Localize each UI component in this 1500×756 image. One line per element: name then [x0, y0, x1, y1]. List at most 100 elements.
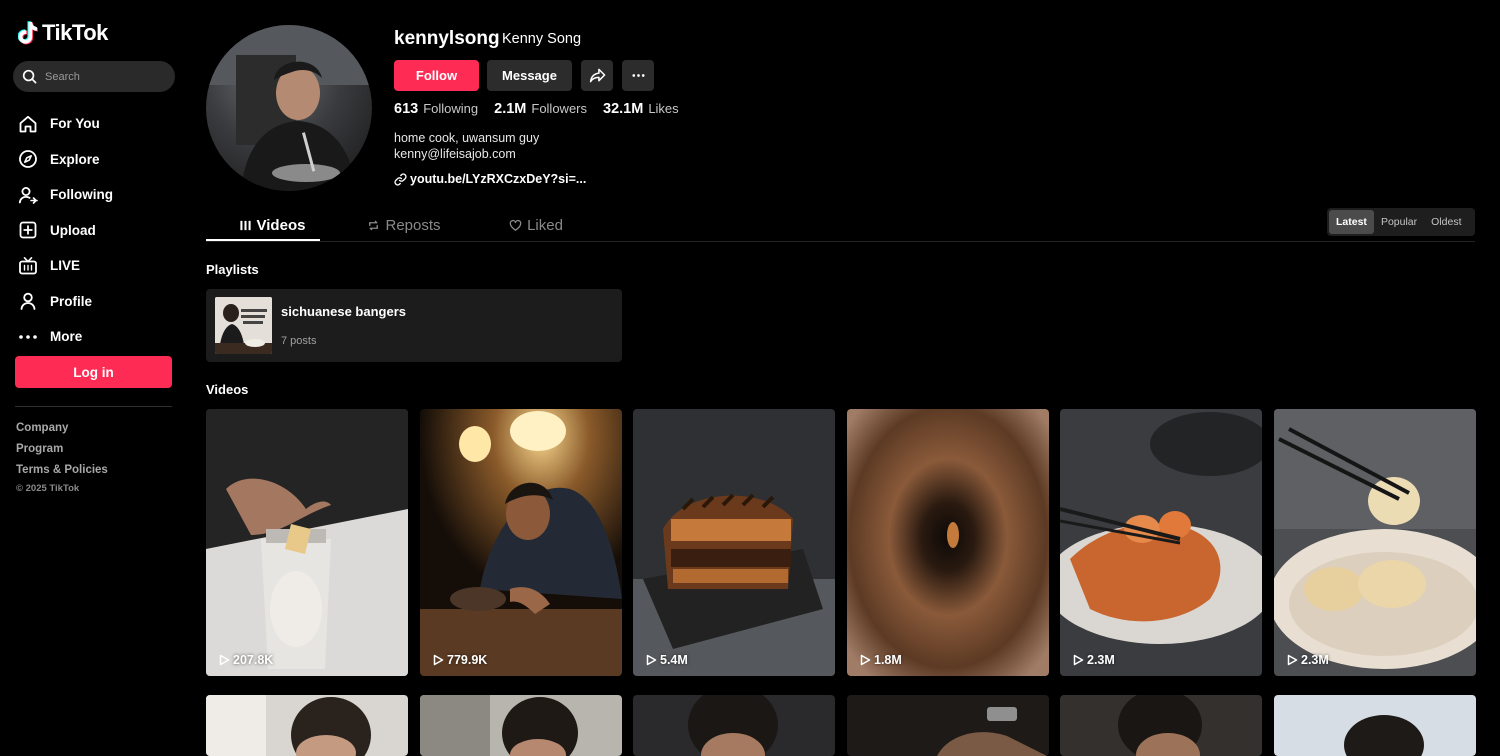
play-icon — [219, 654, 230, 666]
nav-item-live[interactable]: LIVE — [18, 248, 113, 284]
play-icon — [860, 654, 871, 666]
nav-item-explore[interactable]: Explore — [18, 142, 113, 178]
link-icon — [394, 172, 407, 186]
footer-link-terms[interactable]: Terms & Policies — [16, 462, 108, 483]
video-views: 779.9K — [447, 653, 488, 667]
video-card[interactable]: 5.4M — [633, 409, 835, 676]
playlist-name: sichuanese bangers — [281, 304, 406, 319]
likes-count: 32.1M — [603, 101, 644, 117]
message-button[interactable]: Message — [487, 60, 572, 91]
playlist-thumbnail-image-icon — [215, 297, 272, 354]
video-card[interactable] — [1274, 695, 1476, 756]
nav-item-label: Following — [50, 187, 113, 203]
more-dots-icon — [19, 334, 37, 339]
nav-item-more[interactable]: More — [18, 319, 113, 355]
live-icon — [19, 256, 37, 275]
nav-item-for-you[interactable]: For You — [18, 106, 113, 142]
avatar-image-icon — [206, 25, 372, 191]
search-input[interactable] — [45, 70, 165, 83]
grid-icon — [239, 220, 251, 230]
follow-button[interactable]: Follow — [394, 60, 479, 91]
tab-label: Liked — [527, 216, 563, 234]
share-icon — [589, 68, 605, 83]
tab-liked[interactable]: Liked — [470, 209, 602, 241]
play-icon — [1073, 654, 1084, 666]
sort-popular-button[interactable]: Popular — [1374, 210, 1424, 234]
tab-label: Videos — [256, 216, 306, 234]
followers-count: 2.1M — [494, 101, 527, 117]
heart-lock-icon — [509, 219, 522, 231]
video-view-count: 2.3M — [1072, 653, 1115, 667]
tiktok-logo[interactable]: TikTok — [18, 20, 108, 46]
nav-item-label: More — [50, 329, 83, 345]
tab-videos[interactable]: Videos — [206, 209, 338, 241]
video-thumbnail-image-icon — [420, 409, 622, 676]
footer-link-company[interactable]: Company — [16, 420, 108, 441]
video-views: 2.3M — [1301, 653, 1329, 667]
sort-latest-button[interactable]: Latest — [1329, 210, 1374, 234]
play-icon — [433, 654, 444, 666]
video-thumbnail-image-icon — [1274, 409, 1476, 676]
user-follow-icon — [18, 186, 38, 204]
following-stat[interactable]: 613 Following — [394, 101, 478, 117]
nav-item-profile[interactable]: Profile — [18, 284, 113, 320]
video-card[interactable] — [420, 695, 622, 756]
nav-item-following[interactable]: Following — [18, 177, 113, 213]
more-options-button[interactable] — [622, 60, 654, 91]
video-view-count: 5.4M — [645, 653, 688, 667]
nav-item-upload[interactable]: Upload — [18, 213, 113, 249]
video-thumbnail-image-icon — [1274, 695, 1476, 756]
playlist-thumbnail — [215, 297, 272, 354]
following-count: 613 — [394, 101, 419, 117]
video-view-count: 779.9K — [432, 653, 487, 667]
video-views: 207.8K — [233, 653, 274, 667]
video-card[interactable]: 2.3M — [1060, 409, 1262, 676]
video-thumbnail-image-icon — [206, 409, 408, 676]
login-button[interactable]: Log in — [15, 356, 172, 388]
playlist-post-count: 7 posts — [281, 335, 317, 347]
video-thumbnail-image-icon — [1060, 409, 1262, 676]
share-button[interactable] — [581, 60, 613, 91]
video-views: 5.4M — [660, 653, 688, 667]
person-icon — [20, 293, 36, 311]
video-thumbnail-image-icon — [206, 695, 408, 756]
video-card[interactable]: 2.3M — [1274, 409, 1476, 676]
followers-stat[interactable]: 2.1M Followers — [494, 101, 587, 117]
avatar — [206, 25, 372, 191]
brand-name: TikTok — [42, 20, 108, 45]
sidebar: TikTok For You Explore Following Upload … — [0, 0, 190, 756]
video-card[interactable]: 1.8M — [847, 409, 1049, 676]
footer-link-program[interactable]: Program — [16, 441, 108, 462]
video-card[interactable]: 779.9K — [420, 409, 622, 676]
playlist-card[interactable]: sichuanese bangers 7 posts — [206, 289, 622, 362]
video-views: 2.3M — [1087, 653, 1115, 667]
sort-oldest-button[interactable]: Oldest — [1424, 210, 1468, 234]
video-card[interactable] — [633, 695, 835, 756]
video-thumbnail-image-icon — [847, 409, 1049, 676]
video-thumbnail-image-icon — [633, 695, 835, 756]
video-views: 1.8M — [874, 653, 902, 667]
tiktok-logo-icon — [18, 21, 38, 45]
search-box[interactable] — [13, 61, 175, 92]
repost-icon — [369, 220, 379, 230]
bio-line: home cook, uwansum guy — [394, 131, 540, 145]
likes-label: Likes — [648, 101, 679, 116]
tab-reposts[interactable]: Reposts — [338, 209, 470, 241]
video-card[interactable] — [847, 695, 1049, 756]
video-thumbnail-image-icon — [847, 695, 1049, 756]
video-card[interactable]: 207.8K — [206, 409, 408, 676]
compass-icon — [19, 150, 37, 169]
videos-heading: Videos — [206, 382, 249, 397]
followers-label: Followers — [531, 101, 587, 116]
sidebar-divider — [15, 406, 172, 407]
profile-link[interactable]: youtu.be/LYzRXCzxDeY?si=... — [394, 172, 586, 186]
upload-icon — [19, 221, 37, 239]
bio-email: kenny@lifeisajob.com — [394, 147, 516, 161]
nav-item-label: Upload — [50, 222, 96, 238]
video-thumbnail-image-icon — [420, 695, 622, 756]
video-card[interactable] — [206, 695, 408, 756]
tab-label: Reposts — [385, 216, 441, 234]
video-card[interactable] — [1060, 695, 1262, 756]
video-view-count: 207.8K — [218, 653, 273, 667]
playlists-heading: Playlists — [206, 262, 259, 277]
